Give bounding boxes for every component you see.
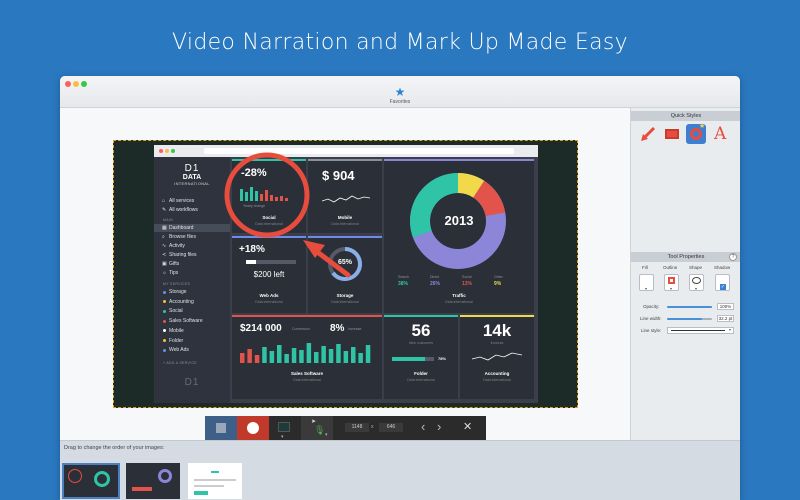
fill-label: Fill <box>642 265 648 270</box>
thumbnail-line <box>194 485 224 487</box>
opacity-slider-fill <box>667 306 712 308</box>
fill-picker[interactable]: ▾ <box>639 274 654 291</box>
editor-canvas[interactable]: D1 DATA INTERNATIONAL ⌂ All services ✎ All… <box>60 108 630 440</box>
dashboard-screenshot: D1 DATA INTERNATIONAL ⌂ All services ✎ All… <box>154 145 538 403</box>
stop-icon <box>216 423 226 433</box>
thumbnail-donut <box>94 471 110 487</box>
thumbnail-logo <box>211 467 219 473</box>
camera-button[interactable]: ▾ <box>273 416 295 440</box>
record-button[interactable] <box>237 416 269 440</box>
arrow-icon <box>641 126 656 141</box>
text-a-icon: A <box>714 124 727 144</box>
rectangle-icon <box>665 129 679 139</box>
close-window-button[interactable] <box>65 81 71 87</box>
line-style-preview <box>671 330 725 331</box>
opacity-value[interactable]: 100% <box>717 303 734 310</box>
star-badge-icon: ★ <box>699 123 706 130</box>
thumbnail-annotation <box>68 469 82 483</box>
quick-style-text[interactable]: A <box>710 124 730 144</box>
chevron-down-icon: ▾ <box>325 432 328 438</box>
favorites-button[interactable]: ★ Favorites <box>380 86 420 105</box>
thumbnail-line <box>194 479 236 481</box>
line-width-slider-fill <box>667 318 703 320</box>
checkbox-checked-icon[interactable]: ✓ <box>720 284 726 290</box>
minimize-window-button[interactable] <box>73 81 79 87</box>
help-button[interactable]: ? <box>729 253 737 261</box>
image-thumbnail-selected[interactable] <box>62 463 120 499</box>
line-style-label: Line style: <box>641 328 662 333</box>
screen-icon <box>278 422 290 432</box>
opacity-slider[interactable] <box>667 306 712 308</box>
inspector-panel: Quick Styles ★ A Tool Properties ? Fill … <box>630 108 740 440</box>
shadow-picker[interactable]: ✓ <box>715 274 730 291</box>
star-icon: ★ <box>394 85 406 99</box>
quick-style-arrow[interactable] <box>638 124 658 144</box>
line-width-value[interactable]: 32.2 pt <box>717 315 734 322</box>
quick-style-rectangle[interactable] <box>662 124 682 144</box>
height-field[interactable]: 646 <box>379 423 403 432</box>
outline-color-icon <box>668 277 675 284</box>
recording-toolbar: ▾ 🎙 ▾ ➤ 1148 x 646 ‹ › ✕ <box>205 416 486 440</box>
image-thumbnail-2[interactable] <box>126 463 180 499</box>
headline: Video Narration and Mark Up Made Easy <box>172 30 628 55</box>
previous-button[interactable]: ‹ <box>421 419 425 434</box>
microphone-icon: 🎙 <box>314 425 326 435</box>
chevron-down-icon: ▾ <box>728 327 731 332</box>
thumbnail-donut <box>158 469 172 483</box>
line-style-select[interactable]: ▾ <box>667 327 734 334</box>
annotation-layer[interactable] <box>154 145 538 403</box>
outline-label: Outline <box>663 265 678 270</box>
annotation-arrow[interactable] <box>313 248 351 278</box>
shape-label: Shape <box>689 265 703 270</box>
opacity-label: Opacity: <box>643 304 660 309</box>
thumbnail-bar <box>132 487 152 491</box>
outline-picker[interactable]: ▾ <box>664 274 679 291</box>
ellipse-icon <box>692 277 701 284</box>
image-strip: Drag to change the order of your images: <box>60 440 740 500</box>
titlebar: ★ Favorites <box>60 76 740 108</box>
line-width-slider[interactable] <box>667 318 712 320</box>
screenshot-image[interactable]: D1 DATA INTERNATIONAL ⌂ All services ✎ All… <box>113 140 578 408</box>
close-icon[interactable]: ✕ <box>463 420 472 433</box>
annotation-circle[interactable] <box>224 152 310 238</box>
next-button[interactable]: › <box>437 419 441 434</box>
zoom-window-button[interactable] <box>81 81 87 87</box>
quick-style-circle[interactable]: ★ <box>686 123 706 144</box>
cursor-icon: ➤ <box>311 419 317 425</box>
image-thumbnail-3[interactable] <box>188 463 242 499</box>
app-window: ★ Favorites D1 DATA INTERNATIONAL ⌂ All … <box>60 76 740 500</box>
drag-hint: Drag to change the order of your images: <box>64 445 165 451</box>
record-icon <box>247 422 259 434</box>
stop-button[interactable] <box>205 416 237 440</box>
shape-picker[interactable]: ▾ <box>689 274 704 291</box>
line-width-label: Line width: <box>640 316 662 321</box>
favorites-label: Favorites <box>389 99 411 105</box>
microphone-button[interactable]: 🎙 ▾ <box>301 416 333 440</box>
thumbnail-preview <box>64 465 118 497</box>
chevron-down-icon: ▾ <box>695 286 698 291</box>
tool-properties-title: Tool Properties <box>631 252 740 262</box>
chevron-down-icon: ▾ <box>645 286 648 291</box>
thumbnail-button <box>194 491 208 495</box>
shadow-label: Shadow <box>714 265 731 270</box>
chevron-down-icon: ▾ <box>670 286 673 291</box>
dimension-separator: x <box>371 424 374 430</box>
width-field[interactable]: 1148 <box>345 423 369 432</box>
quick-styles-title: Quick Styles <box>631 111 740 121</box>
